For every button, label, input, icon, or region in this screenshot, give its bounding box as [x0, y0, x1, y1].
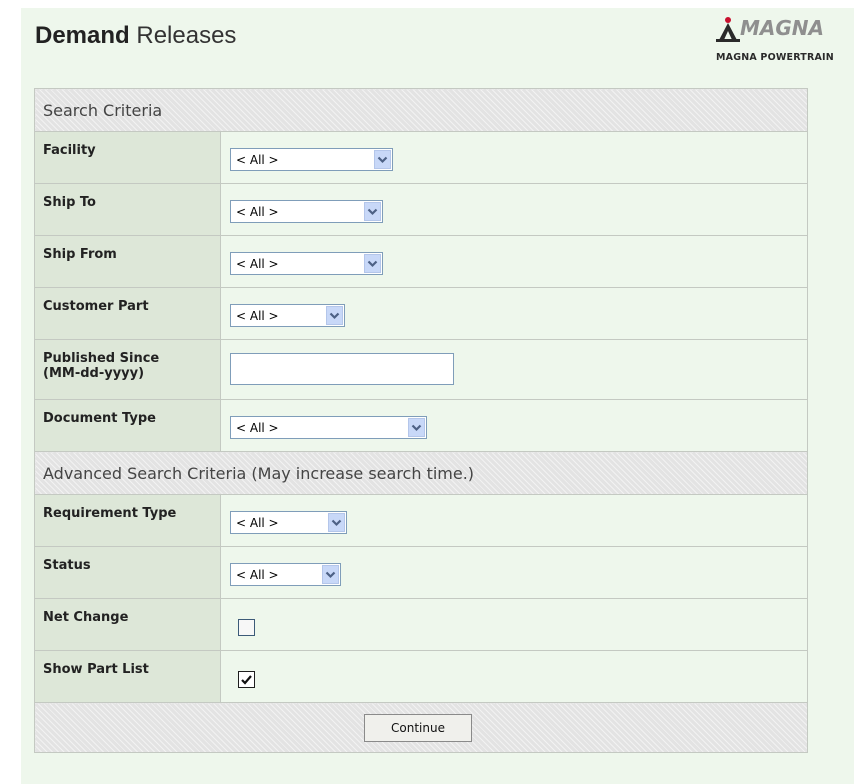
- page-title: Demand Releases: [35, 22, 236, 50]
- ship-from-label: Ship From: [34, 235, 221, 288]
- chevron-down-icon[interactable]: [322, 565, 339, 584]
- page-title-rest: Releases: [136, 22, 237, 49]
- chevron-down-icon[interactable]: [408, 418, 425, 437]
- ship-to-select[interactable]: < All >: [230, 200, 383, 223]
- section-search-criteria: Search Criteria: [34, 88, 808, 132]
- document-type-label: Document Type: [34, 399, 221, 452]
- chevron-down-icon[interactable]: [374, 150, 391, 169]
- ship-from-value: < All >: [236, 256, 279, 271]
- customer-part-select[interactable]: < All >: [230, 304, 345, 327]
- search-form: Search Criteria Facility < All > Ship To…: [34, 88, 808, 753]
- customer-part-row: Customer Part < All >: [34, 287, 808, 340]
- status-select[interactable]: < All >: [230, 563, 341, 586]
- requirement-type-value: < All >: [236, 515, 279, 530]
- status-value: < All >: [236, 567, 279, 582]
- logo-subtitle: MAGNA POWERTRAIN: [716, 52, 834, 63]
- magna-logo-icon: [716, 17, 740, 42]
- net-change-row: Net Change: [34, 598, 808, 651]
- net-change-checkbox[interactable]: [238, 619, 255, 636]
- page-title-bold: Demand: [35, 22, 130, 49]
- chevron-down-icon[interactable]: [364, 202, 381, 221]
- show-part-list-checkbox[interactable]: [238, 671, 255, 688]
- net-change-label: Net Change: [34, 598, 221, 651]
- logo-wordmark: MAGNA: [740, 16, 825, 40]
- facility-value: < All >: [236, 152, 279, 167]
- chevron-down-icon[interactable]: [364, 254, 381, 273]
- requirement-type-row: Requirement Type < All >: [34, 494, 808, 547]
- show-part-list-row: Show Part List: [34, 650, 808, 703]
- customer-part-value: < All >: [236, 308, 279, 323]
- ship-to-label: Ship To: [34, 183, 221, 236]
- published-since-label-line2: (MM-dd-yyyy): [43, 366, 145, 381]
- facility-select[interactable]: < All >: [230, 148, 393, 171]
- section-advanced-search: Advanced Search Criteria (May increase s…: [34, 451, 808, 495]
- ship-from-row: Ship From < All >: [34, 235, 808, 288]
- requirement-type-select[interactable]: < All >: [230, 511, 347, 534]
- chevron-down-icon[interactable]: [326, 306, 343, 325]
- status-label: Status: [34, 546, 221, 599]
- status-row: Status < All >: [34, 546, 808, 599]
- continue-button[interactable]: Continue: [364, 713, 472, 742]
- ship-to-row: Ship To < All >: [34, 183, 808, 236]
- document-type-row: Document Type < All >: [34, 399, 808, 452]
- published-since-label: Published Since (MM-dd-yyyy): [34, 339, 221, 400]
- document-type-select[interactable]: < All >: [230, 416, 427, 439]
- facility-label: Facility: [34, 131, 221, 184]
- facility-row: Facility < All >: [34, 131, 808, 184]
- published-since-label-line1: Published Since: [43, 351, 160, 366]
- page: Demand Releases MAGNA MAGNA POWERTRAIN S…: [0, 0, 854, 784]
- published-since-row: Published Since (MM-dd-yyyy): [34, 339, 808, 400]
- magna-logo: MAGNA MAGNA POWERTRAIN: [712, 14, 854, 70]
- show-part-list-label: Show Part List: [34, 650, 221, 703]
- form-footer: Continue: [34, 702, 808, 753]
- checkmark-icon: [241, 674, 252, 685]
- chevron-down-icon[interactable]: [328, 513, 345, 532]
- document-type-value: < All >: [236, 420, 279, 435]
- published-since-input[interactable]: [230, 352, 454, 385]
- requirement-type-label: Requirement Type: [34, 494, 221, 547]
- ship-from-select[interactable]: < All >: [230, 252, 383, 275]
- ship-to-value: < All >: [236, 204, 279, 219]
- customer-part-label: Customer Part: [34, 287, 221, 340]
